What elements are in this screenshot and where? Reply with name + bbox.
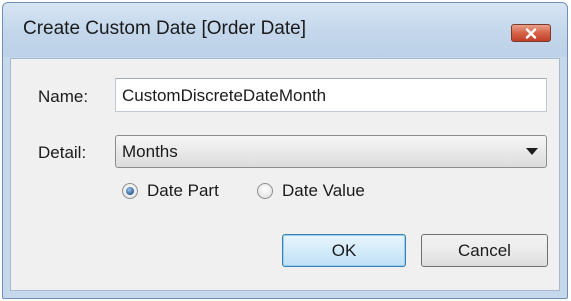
close-button[interactable]: [511, 24, 551, 42]
detail-label: Detail:: [38, 143, 87, 162]
dialog-body: Name: CustomDiscreteDateMonth Detail: Mo…: [10, 58, 560, 291]
date-part-label: Date Part: [147, 181, 219, 200]
dialog-title: Create Custom Date [Order Date]: [23, 18, 306, 39]
date-value-label: Date Value: [282, 181, 365, 200]
date-value-radio[interactable]: Date Value: [257, 181, 365, 201]
date-part-radio[interactable]: Date Part: [122, 181, 219, 201]
cancel-button[interactable]: Cancel: [421, 234, 548, 267]
chevron-down-icon[interactable]: [526, 148, 538, 155]
name-label: Name:: [38, 87, 89, 106]
close-icon: [525, 27, 537, 39]
radio-button-unchecked[interactable]: [257, 183, 273, 199]
radio-button-checked[interactable]: [122, 183, 138, 199]
name-input[interactable]: CustomDiscreteDateMonth: [115, 78, 547, 112]
detail-dropdown[interactable]: Months: [115, 135, 547, 168]
ok-button[interactable]: OK: [282, 234, 406, 267]
detail-selected-value: Months: [122, 142, 178, 161]
title-bar[interactable]: Create Custom Date [Order Date]: [3, 3, 567, 57]
create-custom-date-dialog: Create Custom Date [Order Date] Name: Cu…: [2, 2, 568, 299]
